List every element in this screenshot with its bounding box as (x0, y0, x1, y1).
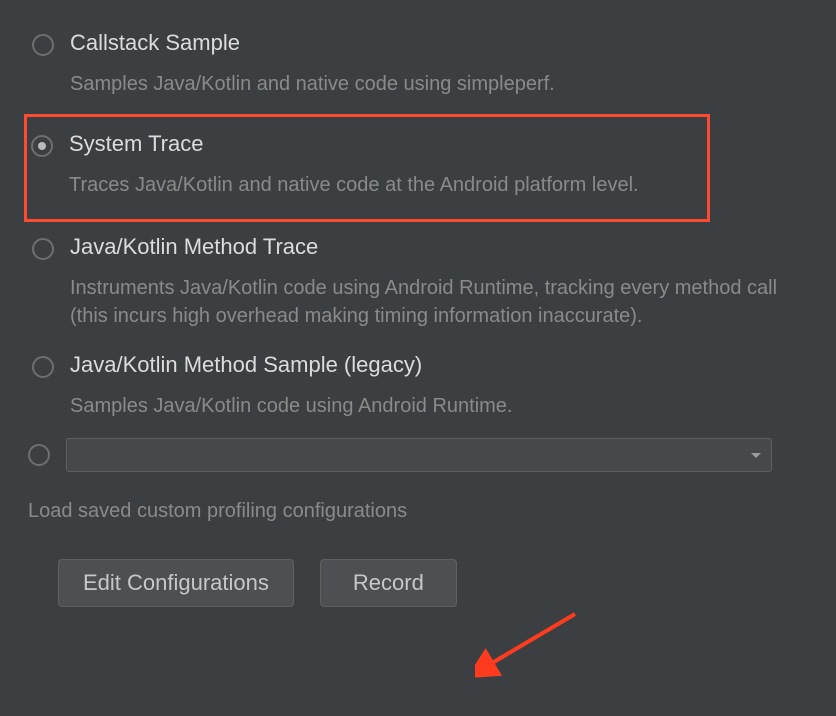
record-button[interactable]: Record (320, 559, 457, 607)
chevron-down-icon (751, 453, 761, 458)
radio-system-trace[interactable] (31, 135, 53, 157)
option-java-method-trace[interactable]: Java/Kotlin Method Trace Instruments Jav… (28, 228, 808, 336)
option-desc: Samples Java/Kotlin code using Android R… (70, 392, 804, 420)
radio-java-method-sample[interactable] (32, 356, 54, 378)
option-title: Java/Kotlin Method Trace (70, 234, 804, 260)
annotation-arrow-icon (475, 604, 585, 684)
option-system-trace[interactable]: System Trace Traces Java/Kotlin and nati… (24, 114, 710, 222)
option-title: System Trace (69, 131, 699, 157)
option-desc: Instruments Java/Kotlin code using Andro… (70, 274, 804, 330)
option-desc: Traces Java/Kotlin and native code at th… (69, 171, 699, 199)
edit-configurations-button[interactable]: Edit Configurations (58, 559, 294, 607)
custom-config-dropdown[interactable] (66, 438, 772, 472)
custom-config-row (28, 438, 808, 472)
button-row: Edit Configurations Record (58, 559, 808, 607)
hint-text: Load saved custom profiling configuratio… (28, 500, 808, 523)
option-content: Java/Kotlin Method Sample (legacy) Sampl… (70, 352, 804, 420)
option-content: System Trace Traces Java/Kotlin and nati… (69, 131, 699, 199)
option-content: Callstack Sample Samples Java/Kotlin and… (70, 30, 804, 98)
option-desc: Samples Java/Kotlin and native code usin… (70, 70, 804, 98)
option-callstack-sample[interactable]: Callstack Sample Samples Java/Kotlin and… (28, 24, 808, 104)
radio-java-method-trace[interactable] (32, 238, 54, 260)
radio-custom-config[interactable] (28, 444, 50, 466)
option-title: Java/Kotlin Method Sample (legacy) (70, 352, 804, 378)
option-title: Callstack Sample (70, 30, 804, 56)
radio-callstack-sample[interactable] (32, 34, 54, 56)
option-content: Java/Kotlin Method Trace Instruments Jav… (70, 234, 804, 330)
option-java-method-sample[interactable]: Java/Kotlin Method Sample (legacy) Sampl… (28, 346, 808, 426)
